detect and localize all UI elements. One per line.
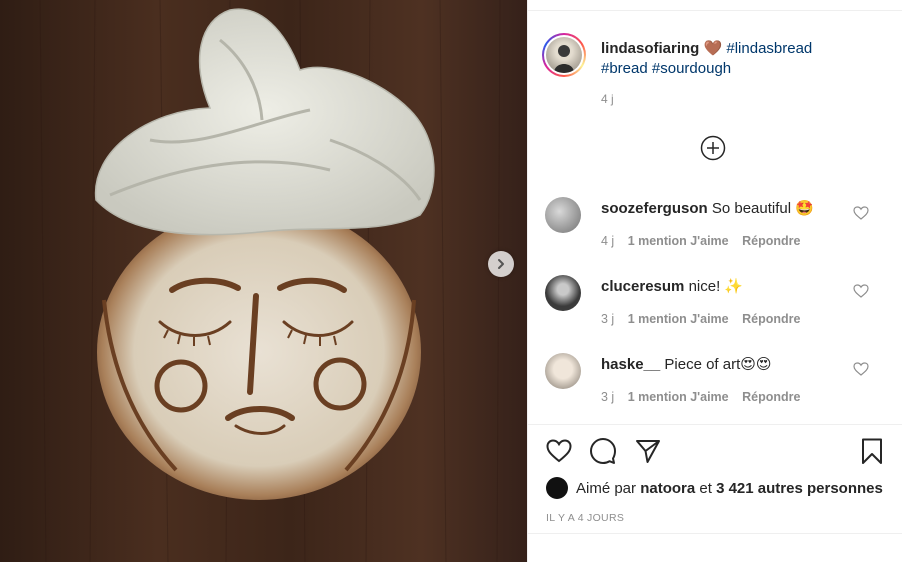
like-heart-icon[interactable] bbox=[545, 437, 573, 465]
load-more-comments-button[interactable] bbox=[700, 135, 726, 161]
next-photo-button[interactable] bbox=[488, 251, 514, 277]
chevron-right-icon bbox=[498, 259, 504, 269]
plus-circle-icon bbox=[700, 135, 726, 161]
caption-timestamp: 4 j bbox=[601, 92, 614, 106]
post-photo[interactable] bbox=[0, 0, 527, 562]
reply-button[interactable]: Répondre bbox=[742, 312, 800, 326]
divider bbox=[528, 10, 902, 11]
divider bbox=[528, 533, 902, 534]
comment-body: So beautiful bbox=[711, 200, 792, 217]
post-date: IL Y A 4 JOURS bbox=[546, 512, 625, 524]
likes-prefix: Aimé par bbox=[576, 480, 637, 497]
comment-emoji: 😍😍 bbox=[740, 355, 772, 373]
hashtag-link[interactable]: #sourdough bbox=[652, 60, 731, 77]
heart-icon[interactable] bbox=[853, 283, 869, 299]
person-photo-icon bbox=[554, 45, 574, 73]
hashtag-link[interactable]: #bread bbox=[601, 60, 648, 77]
comment-username[interactable]: cluceresum bbox=[601, 278, 684, 295]
comment-time: 3 j bbox=[601, 312, 615, 326]
hashtag-link[interactable]: #lindasbread bbox=[726, 40, 812, 57]
comment-likes-link[interactable]: 1 mention J'aime bbox=[628, 390, 729, 404]
post-caption: lindasofiaring 🤎 #lindasbread #bread #so… bbox=[601, 38, 871, 79]
likes-summary: Aimé par natoora et 3 421 autres personn… bbox=[546, 477, 896, 499]
likes-text: Aimé par natoora et 3 421 autres personn… bbox=[576, 480, 883, 497]
comment-emoji: 🤩 bbox=[795, 199, 814, 217]
comment-body: Piece of art bbox=[664, 356, 741, 373]
reply-button[interactable]: Répondre bbox=[742, 390, 800, 404]
author-avatar[interactable] bbox=[542, 33, 586, 77]
bookmark-icon[interactable] bbox=[858, 437, 886, 465]
comment-time: 4 j bbox=[601, 234, 615, 248]
comment-meta: 4 j 1 mention J'aime Répondre bbox=[601, 234, 810, 248]
comment-item: haske__ Piece of art😍😍 3 j 1 mention J'a… bbox=[528, 353, 902, 423]
caption-username[interactable]: lindasofiaring bbox=[601, 40, 699, 57]
comment-item: cluceresum nice! ✨ 3 j 1 mention J'aime … bbox=[528, 275, 902, 345]
comment-likes-link[interactable]: 1 mention J'aime bbox=[628, 234, 729, 248]
liker-avatar[interactable] bbox=[546, 477, 568, 499]
comment-meta: 3 j 1 mention J'aime Répondre bbox=[601, 390, 810, 404]
comment-item: soozeferguson So beautiful 🤩 4 j 1 menti… bbox=[528, 197, 902, 267]
likes-joiner: et bbox=[699, 480, 712, 497]
heart-icon[interactable] bbox=[853, 205, 869, 221]
divider bbox=[528, 424, 902, 425]
reply-button[interactable]: Répondre bbox=[742, 234, 800, 248]
comment-bubble-icon[interactable] bbox=[589, 437, 617, 465]
liker-username[interactable]: natoora bbox=[640, 480, 695, 497]
comment-text: soozeferguson So beautiful 🤩 bbox=[601, 199, 814, 218]
heart-icon[interactable] bbox=[853, 361, 869, 377]
caption-emoji: 🤎 bbox=[703, 39, 723, 57]
commenter-avatar[interactable] bbox=[545, 275, 581, 311]
comment-emoji: ✨ bbox=[724, 277, 744, 295]
bread-photo-illustration bbox=[0, 0, 527, 562]
comment-text: cluceresum nice! ✨ bbox=[601, 277, 743, 296]
commenter-avatar[interactable] bbox=[545, 353, 581, 389]
comment-username[interactable]: haske__ bbox=[601, 356, 660, 373]
share-paper-plane-icon[interactable] bbox=[634, 437, 662, 465]
comment-username[interactable]: soozeferguson bbox=[601, 200, 708, 217]
comment-meta: 3 j 1 mention J'aime Répondre bbox=[601, 312, 810, 326]
likes-others-link[interactable]: 3 421 autres personnes bbox=[716, 480, 883, 497]
comment-text: haske__ Piece of art😍😍 bbox=[601, 355, 772, 374]
comment-body: nice! bbox=[688, 278, 721, 295]
commenter-avatar[interactable] bbox=[545, 197, 581, 233]
comment-likes-link[interactable]: 1 mention J'aime bbox=[628, 312, 729, 326]
comment-time: 3 j bbox=[601, 390, 615, 404]
post-side-panel: lindasofiaring 🤎 #lindasbread #bread #so… bbox=[527, 0, 902, 562]
